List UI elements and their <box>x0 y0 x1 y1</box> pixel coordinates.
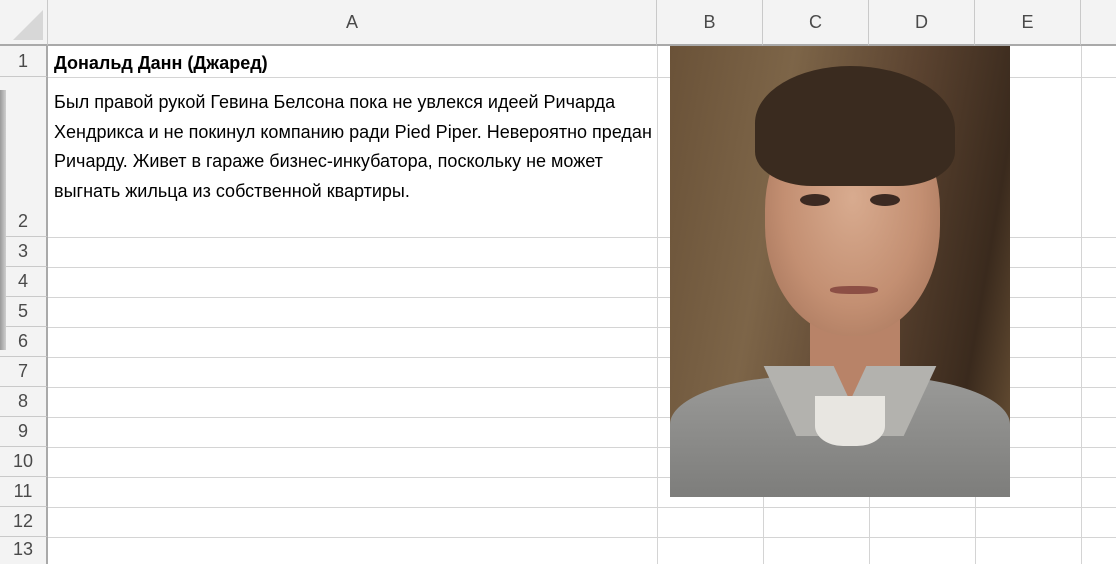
select-all-corner[interactable] <box>0 0 48 46</box>
row-header-12[interactable]: 12 <box>0 507 48 537</box>
grid-line <box>48 507 1116 508</box>
row-header-9[interactable]: 9 <box>0 417 48 447</box>
row-header-11[interactable]: 11 <box>0 477 48 507</box>
spreadsheet: A B C D E 1 2 3 4 5 6 7 8 9 10 11 12 13 … <box>0 0 1116 564</box>
row-header-13[interactable]: 13 <box>0 537 48 564</box>
portrait-photo[interactable] <box>670 46 1010 497</box>
photo-mouth <box>830 286 878 294</box>
photo-eye <box>870 194 900 206</box>
column-header-e[interactable]: E <box>975 0 1081 46</box>
grid-line <box>1081 46 1082 564</box>
select-all-triangle-icon <box>13 10 43 40</box>
row-header-8[interactable]: 8 <box>0 387 48 417</box>
row-header-7[interactable]: 7 <box>0 357 48 387</box>
column-header-b[interactable]: B <box>657 0 763 46</box>
grid-line <box>48 537 1116 538</box>
row-header-6[interactable]: 6 <box>0 327 48 357</box>
photo-eye <box>800 194 830 206</box>
photo-undershirt <box>815 396 885 446</box>
sidebar-edge <box>0 90 6 350</box>
grid-line <box>657 46 658 564</box>
column-header-f[interactable] <box>1081 0 1116 46</box>
row-header-1[interactable]: 1 <box>0 46 48 77</box>
column-header-c[interactable]: C <box>763 0 869 46</box>
photo-hair <box>755 66 955 186</box>
cell-a2[interactable]: Был правой рукой Гевина Белсона пока не … <box>54 88 654 206</box>
row-header-4[interactable]: 4 <box>0 267 48 297</box>
row-header-3[interactable]: 3 <box>0 237 48 267</box>
cell-a1[interactable]: Дональд Данн (Джаред) <box>54 48 268 78</box>
column-header-d[interactable]: D <box>869 0 975 46</box>
column-header-a[interactable]: A <box>48 0 657 46</box>
row-header-5[interactable]: 5 <box>0 297 48 327</box>
row-header-2[interactable]: 2 <box>0 77 48 237</box>
row-header-10[interactable]: 10 <box>0 447 48 477</box>
